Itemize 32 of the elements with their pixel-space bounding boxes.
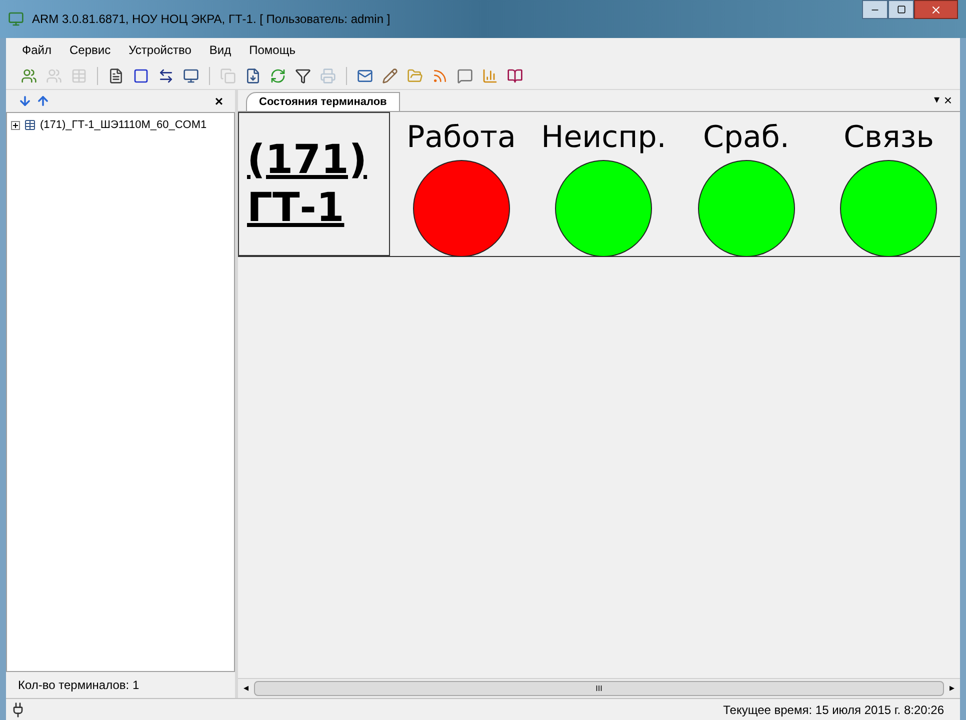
minimize-button[interactable] (862, 0, 888, 19)
window-title: ARM 3.0.81.6871, НОУ НОЦ ЭКРА, ГТ-1. [ Пользователь: admin ] (32, 11, 392, 28)
indicator-label: Сраб. (703, 120, 790, 156)
tree-label: (171)_ГТ-1_ШЭ1110М_60_COM1 (40, 118, 207, 133)
app-icon (8, 11, 24, 27)
device-icon (24, 119, 36, 132)
terminal-name: ГТ-1 (247, 184, 344, 232)
tab[interactable]: Состояния терминалов (246, 92, 400, 111)
menu-item[interactable]: Файл (22, 41, 52, 59)
dropdown-button[interactable]: ▾ (934, 92, 940, 109)
scroll-left-arrow[interactable]: ◂ (238, 681, 254, 696)
scroll-right-arrow[interactable]: ▸ (944, 681, 960, 696)
indicator-label: Связь (844, 120, 934, 156)
menu-item[interactable]: Устройство (128, 41, 192, 59)
close-button[interactable] (914, 0, 958, 19)
menu-item[interactable]: Сервис (70, 41, 111, 59)
terminal-count: Кол-во терминалов: 1 (17, 677, 140, 694)
close-icon (930, 4, 942, 16)
menu-item[interactable]: Помощь (249, 41, 296, 59)
indicator-label: Работа (406, 120, 516, 156)
close-button[interactable]: × (214, 90, 223, 112)
horizontal-scrollbar[interactable]: ◂ III ▸ (238, 678, 960, 698)
scroll-thumb[interactable]: III (254, 681, 944, 696)
tree-item[interactable]: (171)_ГТ-1_ШЭ1110М_60_COM1 (11, 117, 230, 134)
indicator-label: Неиспр. (541, 120, 666, 156)
menu-item[interactable]: Вид (209, 41, 232, 59)
maximize-icon (896, 5, 906, 14)
current-time: Текущее время: 15 июля 2015 г. 8:20:26 (723, 702, 945, 718)
maximize-button[interactable] (888, 0, 914, 19)
close-button[interactable]: × (944, 90, 952, 111)
terminal-name: (171) (247, 136, 368, 184)
expand-icon[interactable] (11, 120, 20, 130)
